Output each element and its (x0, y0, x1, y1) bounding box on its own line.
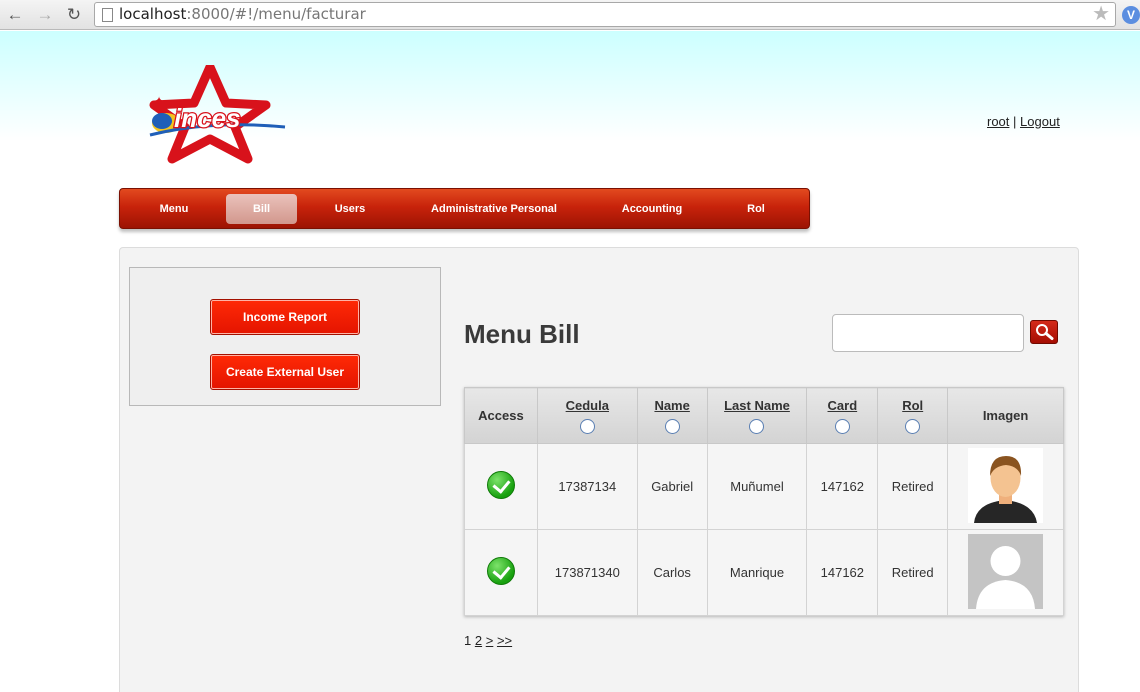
table-row: 173871340 Carlos Manrique 147162 Retired (464, 529, 1064, 616)
col-last-name[interactable]: Last Name (706, 387, 808, 444)
nav-item-users[interactable]: Users (312, 194, 388, 224)
rol-cell: Retired (877, 443, 949, 530)
browser-toolbar: ← → ↻ localhost:8000/#!/menu/facturar ★ … (0, 0, 1140, 30)
sort-up-icon[interactable] (834, 419, 850, 434)
check-icon (486, 557, 515, 585)
table-row: 17387134 Gabriel Muñumel 147162 Retired (464, 443, 1064, 530)
back-arrow-icon[interactable]: ← (4, 4, 26, 26)
card-cell: 147162 (806, 443, 879, 530)
col-access: Access (464, 387, 538, 444)
access-cell (464, 529, 538, 616)
col-cedula[interactable]: Cedula (536, 387, 638, 444)
main-nav: Menu Bill Users Administrative Personal … (119, 188, 810, 229)
default-avatar-icon (968, 533, 1044, 609)
extension-icon[interactable]: V (1122, 6, 1140, 24)
search-input[interactable] (832, 314, 1024, 352)
forward-arrow-icon[interactable]: → (34, 4, 56, 26)
page-current: 1 (464, 633, 472, 648)
rol-cell: Retired (877, 529, 949, 616)
imagen-cell (947, 529, 1064, 616)
last-name-cell: Muñumel (706, 443, 808, 530)
sort-up-icon[interactable] (664, 419, 680, 434)
nav-item-accounting[interactable]: Accounting (602, 194, 702, 224)
create-external-user-button[interactable]: Create External User (210, 354, 360, 390)
url-text[interactable]: localhost:8000/#!/menu/facturar (119, 5, 366, 23)
user-link[interactable]: root (987, 114, 1009, 129)
cedula-cell: 17387134 (536, 443, 638, 530)
bookmark-star-icon[interactable]: ★ (1092, 3, 1110, 26)
card-cell: 147162 (806, 529, 879, 616)
check-icon (486, 471, 515, 499)
reload-icon[interactable]: ↻ (63, 4, 85, 26)
cedula-cell: 173871340 (536, 529, 638, 616)
nav-item-rol[interactable]: Rol (720, 194, 792, 224)
inces-logo: inces ✦ (149, 65, 286, 164)
nav-item-menu[interactable]: Menu (138, 194, 210, 224)
sort-up-icon[interactable] (579, 419, 595, 434)
separator: | (1013, 114, 1017, 129)
page-icon (102, 8, 113, 22)
col-name[interactable]: Name (636, 387, 708, 444)
sort-up-icon[interactable] (749, 419, 765, 434)
page-last-link[interactable]: >> (497, 633, 512, 648)
svg-text:inces: inces (174, 103, 241, 133)
users-table: Access Cedula Name Last Name Card Rol Im… (464, 387, 1064, 616)
svg-text:✦: ✦ (154, 94, 164, 108)
imagen-cell (947, 443, 1064, 530)
last-name-cell: Manrique (706, 529, 808, 616)
user-avatar-icon (968, 447, 1044, 523)
table-header-row: Access Cedula Name Last Name Card Rol Im… (464, 387, 1064, 444)
logout-link[interactable]: Logout (1020, 114, 1060, 129)
page: inces ✦ root | Logout Menu Bill Users Ad… (0, 31, 1140, 692)
access-cell (464, 443, 538, 530)
search-button[interactable] (1030, 320, 1058, 344)
nav-item-bill[interactable]: Bill (226, 194, 297, 224)
page-link-2[interactable]: 2 (475, 633, 482, 648)
col-imagen: Imagen (947, 387, 1064, 444)
name-cell: Gabriel (636, 443, 708, 530)
search-icon (1036, 324, 1054, 340)
name-cell: Carlos (636, 529, 708, 616)
sort-up-icon[interactable] (905, 419, 921, 434)
page-next-link[interactable]: > (486, 633, 494, 648)
pagination: 1 2 > >> (464, 633, 512, 648)
address-bar[interactable]: localhost:8000/#!/menu/facturar ★ (94, 2, 1116, 27)
col-card[interactable]: Card (806, 387, 879, 444)
nav-item-administrative-personal[interactable]: Administrative Personal (410, 194, 578, 224)
user-links: root | Logout (987, 114, 1060, 129)
col-rol[interactable]: Rol (877, 387, 949, 444)
income-report-button[interactable]: Income Report (210, 299, 360, 335)
page-title: Menu Bill (464, 319, 580, 349)
